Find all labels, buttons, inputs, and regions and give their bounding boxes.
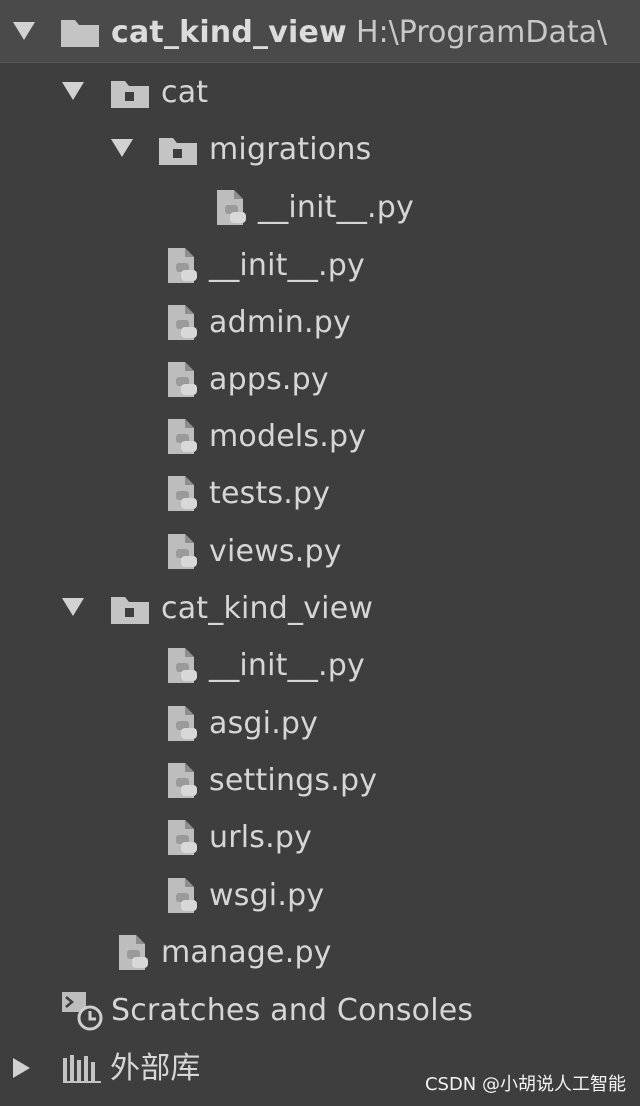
root-folder-label: cat_kind_view [111, 15, 347, 50]
file-label: __init__.py [209, 648, 365, 683]
tree-row-file[interactable]: __init__.py [0, 237, 640, 294]
file-label: tests.py [209, 476, 331, 511]
tree-row-file[interactable]: apps.py [0, 351, 640, 408]
tree-row-scratches[interactable]: Scratches and Consoles [0, 982, 640, 1039]
python-file-icon [168, 362, 197, 397]
file-label: wsgi.py [209, 878, 325, 913]
tree-row-file[interactable]: __init__.py [0, 637, 640, 694]
tree-row-file[interactable]: admin.py [0, 294, 640, 351]
tree-row-file[interactable]: settings.py [0, 752, 640, 809]
python-file-icon [168, 763, 197, 798]
folder-label: migrations [209, 132, 372, 167]
external-libraries-label: 外部库 [110, 1051, 201, 1086]
file-label: manage.py [161, 935, 332, 970]
expand-arrow-icon[interactable] [13, 1058, 30, 1078]
root-path-label: H:\ProgramData\ [356, 15, 608, 50]
file-label: views.py [209, 534, 342, 569]
file-label: __init__.py [209, 248, 365, 283]
tree-row-migrations[interactable]: migrations [0, 121, 640, 178]
file-label: admin.py [209, 305, 351, 340]
python-file-icon [217, 190, 246, 225]
expand-arrow-icon[interactable] [13, 22, 35, 40]
package-folder-icon [111, 81, 149, 108]
tree-row-file[interactable]: models.py [0, 408, 640, 465]
library-icon [63, 1055, 101, 1083]
package-folder-icon [159, 138, 197, 165]
file-label: settings.py [209, 763, 378, 798]
watermark: CSDN @小胡说人工智能 [424, 1074, 626, 1095]
python-file-icon [119, 935, 148, 970]
file-label: models.py [209, 419, 367, 454]
tree-row-file[interactable]: __init__.py [0, 179, 640, 236]
tree-row-file[interactable]: wsgi.py [0, 867, 640, 924]
file-label: apps.py [209, 362, 329, 397]
expand-arrow-icon[interactable] [62, 82, 84, 100]
python-file-icon [168, 706, 197, 741]
tree-row-file[interactable]: tests.py [0, 465, 640, 522]
file-label: urls.py [209, 820, 313, 855]
tree-row-file[interactable]: urls.py [0, 809, 640, 866]
python-file-icon [168, 419, 197, 454]
tree-row-project-package[interactable]: cat_kind_view [0, 580, 640, 637]
tree-row-cat[interactable]: cat [0, 64, 640, 121]
python-file-icon [168, 534, 197, 569]
folder-label: cat [161, 75, 209, 110]
folder-label: cat_kind_view [161, 591, 374, 626]
tree-row-file[interactable]: manage.py [0, 924, 640, 981]
expand-arrow-icon[interactable] [111, 139, 133, 157]
project-tree-panel: cat_kind_view H:\ProgramData\ cat migrat… [0, 0, 640, 1106]
scratches-icon [62, 992, 103, 1031]
python-file-icon [168, 248, 197, 283]
tree-row-root[interactable]: cat_kind_view H:\ProgramData\ [0, 0, 640, 63]
python-file-icon [168, 820, 197, 855]
expand-arrow-icon[interactable] [62, 598, 84, 616]
file-label: __init__.py [258, 190, 414, 225]
file-label: asgi.py [209, 706, 319, 741]
package-folder-icon [111, 597, 149, 624]
python-file-icon [168, 648, 197, 683]
tree-row-file[interactable]: views.py [0, 523, 640, 580]
tree-row-file[interactable]: asgi.py [0, 695, 640, 752]
python-file-icon [168, 305, 197, 340]
folder-icon [61, 20, 99, 47]
python-file-icon [168, 476, 197, 511]
python-file-icon [168, 878, 197, 913]
scratches-label: Scratches and Consoles [111, 993, 474, 1028]
